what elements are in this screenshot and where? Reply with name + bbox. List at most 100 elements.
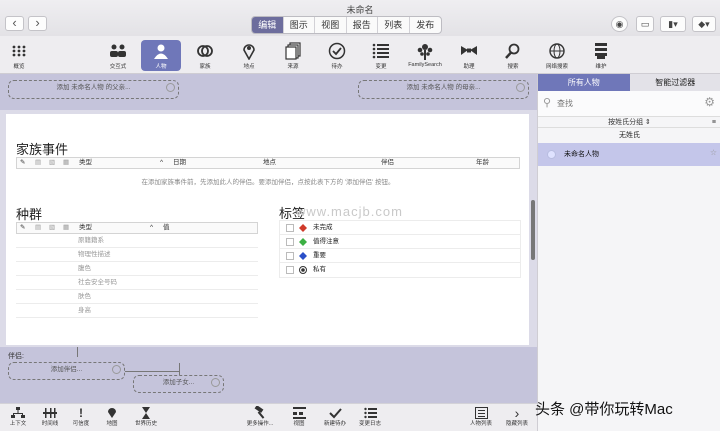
- search-input[interactable]: [557, 97, 687, 110]
- list-icon: [370, 41, 392, 61]
- group-by-selector[interactable]: 按姓氏分组 ⇕ ≡: [538, 116, 720, 128]
- add-spouse-button[interactable]: 添加伴侣...: [8, 362, 125, 380]
- person-circle-icon: [112, 365, 121, 374]
- people-icon: [107, 41, 129, 61]
- map-button[interactable]: 地图: [97, 406, 127, 427]
- person-editor: 家族事件 ✎ ▤ ▧ ▦ 类型 ^ 日期 地点 伴侣 年龄 在添加家族事件前，先…: [0, 110, 537, 347]
- tool-todos[interactable]: 待办: [317, 41, 357, 70]
- document-icon: ▤: [35, 159, 42, 166]
- race-row[interactable]: 腹色: [16, 262, 258, 276]
- tool-web-search[interactable]: 网络搜索: [537, 41, 577, 70]
- note-icon: ▦: [63, 159, 70, 166]
- chevron-updown-icon: ⇕: [645, 119, 651, 126]
- tag-row[interactable]: 未完成: [280, 221, 520, 235]
- maintenance-icon: [590, 41, 612, 61]
- tool-maintenance[interactable]: 维护: [581, 41, 621, 70]
- scrollbar[interactable]: [531, 200, 535, 260]
- tool-family[interactable]: 家族: [185, 41, 225, 70]
- tool-sources[interactable]: 来源: [273, 41, 313, 70]
- race-row[interactable]: 原籍籍系: [16, 234, 258, 248]
- tool-label: 概览: [13, 64, 25, 70]
- column-date[interactable]: 日期: [173, 158, 186, 168]
- tag-checkbox[interactable]: [286, 224, 294, 232]
- timeline-button[interactable]: 时间线: [35, 406, 65, 427]
- pin-icon: [238, 41, 260, 61]
- watermark: www.macjb.com: [296, 204, 403, 219]
- grid-icon: [8, 41, 30, 61]
- tag-checkbox[interactable]: [286, 266, 294, 274]
- tab-all-persons[interactable]: 所有人物: [538, 74, 630, 91]
- tool-changes[interactable]: 变更: [361, 41, 401, 70]
- context-button[interactable]: 上下文: [3, 406, 33, 427]
- column-age[interactable]: 年龄: [476, 158, 489, 168]
- tag-label: 重要: [313, 252, 326, 259]
- column-value[interactable]: 值: [163, 223, 170, 233]
- column-partner[interactable]: 伴侣: [381, 158, 394, 168]
- tag-button[interactable]: ◆▾: [692, 16, 716, 32]
- tab-lists[interactable]: 列表: [378, 17, 410, 33]
- tag-checkbox[interactable]: [286, 238, 294, 246]
- tag-row[interactable]: 值得注意: [280, 235, 520, 249]
- person-list-icon: [466, 406, 496, 419]
- person-circle-icon: [166, 83, 175, 92]
- world-history-button[interactable]: 世界历史: [131, 406, 161, 427]
- magnifier-icon: [502, 41, 524, 61]
- tool-places[interactable]: 地点: [229, 41, 269, 70]
- add-child-label: 添加子女...: [162, 379, 195, 386]
- column-type[interactable]: 类型: [79, 158, 92, 168]
- more-actions-button[interactable]: 更多操作...: [244, 406, 276, 427]
- column-type[interactable]: 类型: [79, 223, 92, 233]
- documents-icon: [282, 41, 304, 61]
- add-father-button[interactable]: 添加 未命名人物 的父亲...: [8, 80, 179, 99]
- add-child-button[interactable]: 添加子女...: [133, 375, 224, 393]
- tab-publish[interactable]: 发布: [410, 17, 442, 33]
- race-row[interactable]: 身高: [16, 304, 258, 318]
- tag-row[interactable]: 重要: [280, 249, 520, 263]
- tag-label: 值得注意: [313, 238, 339, 245]
- credibility-button[interactable]: ! 可信度: [66, 405, 96, 428]
- tool-familysearch[interactable]: FamilySearch: [403, 41, 447, 68]
- race-row[interactable]: 物理性描述: [16, 248, 258, 262]
- tag-row[interactable]: 私有: [280, 263, 520, 277]
- document-icon: ▤: [35, 224, 42, 231]
- changelog-button[interactable]: 变更日志: [355, 406, 385, 427]
- tool-person[interactable]: 人物: [141, 40, 181, 71]
- tab-edit[interactable]: 编辑: [252, 17, 284, 33]
- bottom-label: 变更日志: [358, 421, 381, 427]
- sidebar-button[interactable]: ▭: [636, 16, 654, 32]
- tab-views[interactable]: 视图: [315, 17, 347, 33]
- add-father-label: 添加 未命名人物 的父亲...: [56, 84, 131, 91]
- spouse-label: 伴侣:: [8, 353, 24, 360]
- bowtie-icon: [458, 41, 480, 61]
- race-row[interactable]: 社会安全号码: [16, 276, 258, 290]
- tool-overview[interactable]: 概览: [0, 41, 39, 70]
- tab-smart-filters[interactable]: 智能过滤器: [629, 74, 720, 91]
- connector-line: [125, 371, 179, 372]
- tags-list: 未完成 值得注意 重要 私有: [279, 220, 521, 278]
- gear-icon[interactable]: ⚙: [704, 95, 715, 109]
- tag-checkbox[interactable]: [286, 252, 294, 260]
- tool-interactive[interactable]: 交互式: [98, 41, 138, 70]
- tab-charts[interactable]: 图示: [284, 17, 315, 33]
- new-todo-button[interactable]: 新建待办: [320, 406, 350, 427]
- add-mother-button[interactable]: 添加 未命名人物 的母亲...: [358, 80, 529, 99]
- forward-button[interactable]: ›: [28, 16, 47, 31]
- sort-icon[interactable]: ≡: [712, 117, 716, 128]
- bookmark-star-icon[interactable]: ☆: [710, 148, 717, 157]
- person-list-button[interactable]: 人物列表: [466, 406, 496, 427]
- back-button[interactable]: ‹: [5, 16, 24, 31]
- person-list-item[interactable]: 未命名人物 ☆: [538, 143, 720, 166]
- exclamation-icon: !: [79, 405, 83, 420]
- column-place[interactable]: 地点: [263, 158, 276, 168]
- tool-search[interactable]: 搜索: [493, 41, 533, 70]
- view-button[interactable]: 视图: [284, 406, 314, 427]
- tool-assistant[interactable]: 助理: [449, 41, 489, 70]
- chevron-right-icon: ›: [35, 15, 40, 30]
- tab-reports[interactable]: 报告: [347, 17, 378, 33]
- tool-label: 交互式: [109, 64, 127, 70]
- sync-button[interactable]: ◉: [611, 16, 628, 32]
- race-row[interactable]: 肤色: [16, 290, 258, 304]
- add-spouse-label: 添加伴侣...: [50, 366, 83, 373]
- hide-list-button[interactable]: › 隐藏列表: [502, 405, 532, 428]
- bookmark-button[interactable]: ▮▾: [660, 16, 686, 32]
